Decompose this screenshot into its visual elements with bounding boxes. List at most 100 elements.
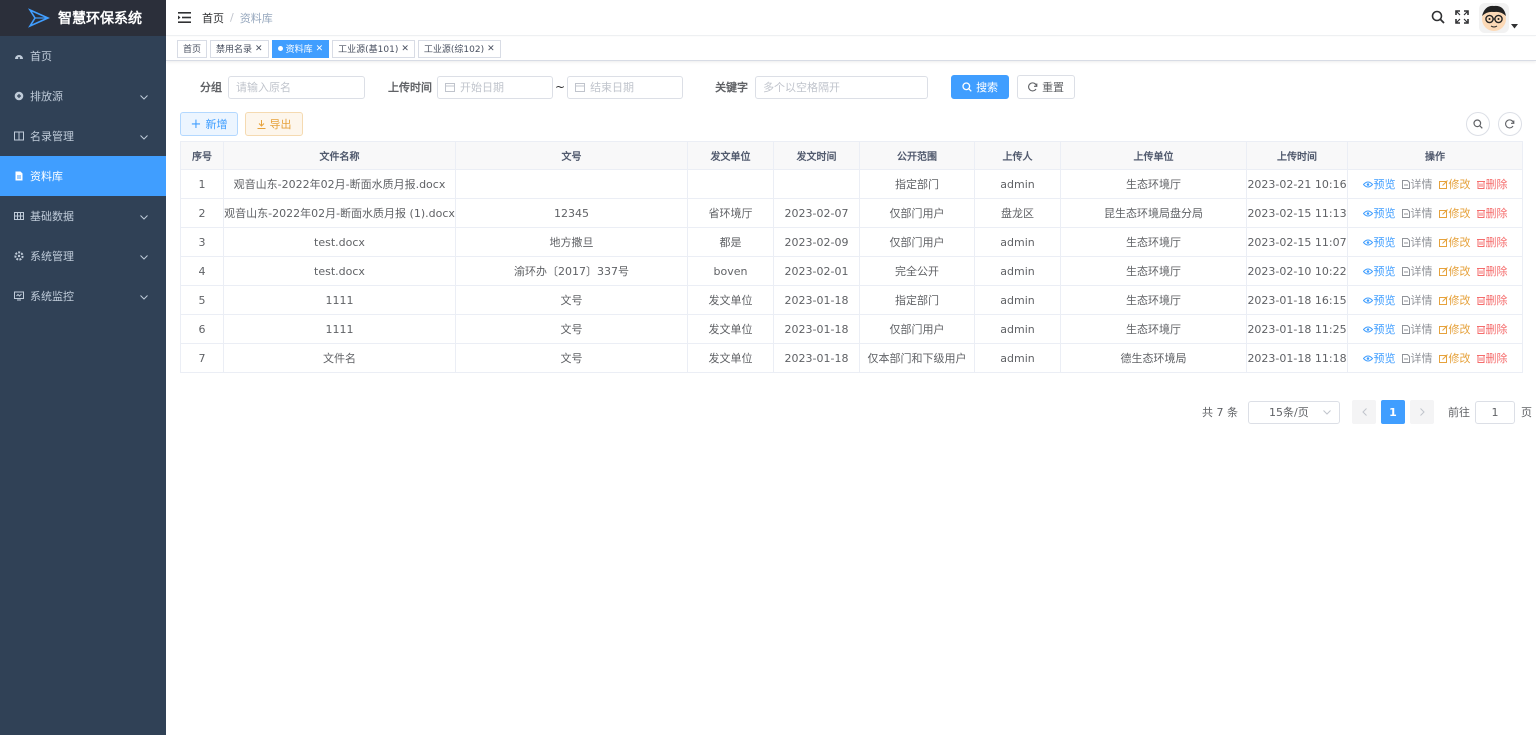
export-button[interactable]: 导出 <box>245 112 303 136</box>
table-cell: admin <box>974 169 1061 199</box>
close-icon[interactable]: ✕ <box>401 44 409 54</box>
sidebar-item-0[interactable]: 首页 <box>0 36 166 76</box>
table-cell: 盘龙区 <box>974 198 1061 228</box>
detail-button[interactable]: 详情 <box>1401 205 1433 221</box>
page-size-select[interactable]: 15条/页 <box>1248 400 1340 424</box>
preview-button[interactable]: 预览 <box>1362 205 1396 221</box>
table-cell: 生态环境厅 <box>1060 169 1247 199</box>
edit-button[interactable]: 修改 <box>1438 234 1471 250</box>
table-cell: 2023-02-10 10:22 <box>1246 256 1348 286</box>
table-cell: 2023-02-07 <box>773 198 860 228</box>
app-title: 智慧环保系统 <box>58 11 142 27</box>
detail-button[interactable]: 详情 <box>1401 263 1433 279</box>
preview-button[interactable]: 预览 <box>1362 263 1396 279</box>
table-cell: 1111 <box>223 285 456 315</box>
table-cell: 生态环境厅 <box>1060 256 1247 286</box>
add-button[interactable]: + 新增 <box>180 112 238 136</box>
document-icon <box>1401 208 1410 218</box>
preview-button[interactable]: 预览 <box>1362 350 1396 366</box>
detail-label: 详情 <box>1410 207 1433 220</box>
delete-label: 删除 <box>1485 236 1508 249</box>
preview-button[interactable]: 预览 <box>1362 234 1396 250</box>
reset-button[interactable]: 重置 <box>1017 75 1076 99</box>
detail-label: 详情 <box>1410 265 1433 278</box>
logo[interactable]: 智慧环保系统 <box>0 0 166 36</box>
tag-0[interactable]: 首页 <box>177 39 208 58</box>
delete-button[interactable]: 删除 <box>1476 292 1508 308</box>
close-icon[interactable]: ✕ <box>255 44 263 54</box>
goto-page-input[interactable]: 1 <box>1475 400 1515 424</box>
search-icon[interactable] <box>1431 10 1445 27</box>
caret-down-icon[interactable] <box>1511 18 1518 32</box>
delete-button[interactable]: 删除 <box>1476 234 1508 250</box>
preview-button[interactable]: 预览 <box>1362 176 1396 192</box>
tag-2[interactable]: 资料库 ✕ <box>271 39 330 58</box>
table-cell: 文号 <box>455 314 688 344</box>
sidebar-item-6[interactable]: 系统监控 <box>0 276 166 316</box>
delete-label: 删除 <box>1485 178 1508 191</box>
sidebar-item-1[interactable]: 排放源 <box>0 76 166 116</box>
delete-button[interactable]: 删除 <box>1476 176 1508 192</box>
next-page-button[interactable] <box>1410 400 1434 424</box>
chevron-down-icon <box>140 210 150 220</box>
chevron-down-icon <box>140 250 150 260</box>
table-cell: 文号 <box>455 285 688 315</box>
trash-icon <box>1476 354 1485 363</box>
table-cell: 12345 <box>455 198 688 228</box>
sidebar-menu: 首页 排放源 名录管理 资料库 基础数据 系统管理 系统监控 <box>0 36 166 316</box>
tag-1[interactable]: 禁用名录 ✕ <box>210 39 269 58</box>
tag-4[interactable]: 工业源(综102) ✕ <box>417 39 501 58</box>
edit-button[interactable]: 修改 <box>1438 292 1471 308</box>
edit-button[interactable]: 修改 <box>1438 321 1471 337</box>
preview-label: 预览 <box>1373 236 1396 249</box>
delete-button[interactable]: 删除 <box>1476 205 1508 221</box>
page-suffix: 页 <box>1521 406 1532 419</box>
detail-button[interactable]: 详情 <box>1401 176 1433 192</box>
prev-page-button[interactable] <box>1352 400 1376 424</box>
group-input[interactable]: 请输入原名 <box>228 75 365 99</box>
row-actions: 预览 详情 修改 删除 <box>1347 169 1523 199</box>
table-cell: 2023-01-18 <box>773 314 860 344</box>
sidebar-item-5[interactable]: 系统管理 <box>0 236 166 276</box>
detail-button[interactable]: 详情 <box>1401 292 1433 308</box>
tag-3[interactable]: 工业源(基101) ✕ <box>332 39 415 58</box>
table-cell: admin <box>974 285 1061 315</box>
breadcrumb-home[interactable]: 首页 <box>202 10 224 26</box>
edit-button[interactable]: 修改 <box>1438 350 1471 366</box>
refresh-button[interactable] <box>1498 112 1522 136</box>
sidebar-item-2[interactable]: 名录管理 <box>0 116 166 156</box>
fullscreen-icon[interactable] <box>1455 9 1469 27</box>
table-cell: 2023-02-15 11:13 <box>1246 198 1348 228</box>
delete-button[interactable]: 删除 <box>1476 350 1508 366</box>
preview-button[interactable]: 预览 <box>1362 292 1396 308</box>
table-cell: 省环境厅 <box>687 198 774 228</box>
delete-button[interactable]: 删除 <box>1476 321 1508 337</box>
detail-button[interactable]: 详情 <box>1401 350 1433 366</box>
toggle-search-button[interactable] <box>1466 112 1490 136</box>
avatar[interactable] <box>1479 3 1509 33</box>
delete-button[interactable]: 删除 <box>1476 263 1508 279</box>
page-number-1[interactable]: 1 <box>1381 400 1405 424</box>
preview-button[interactable]: 预览 <box>1362 321 1396 337</box>
sidebar-item-4[interactable]: 基础数据 <box>0 196 166 236</box>
close-icon[interactable]: ✕ <box>487 44 495 54</box>
preview-label: 预览 <box>1373 323 1396 336</box>
edit-button[interactable]: 修改 <box>1438 176 1471 192</box>
sidebar-item-3[interactable]: 资料库 <box>0 156 166 196</box>
end-date-input[interactable]: 结束日期 <box>567 75 684 99</box>
edit-button[interactable]: 修改 <box>1438 263 1471 279</box>
start-date-input[interactable]: 开始日期 <box>437 75 553 99</box>
edit-button[interactable]: 修改 <box>1438 205 1471 221</box>
search-button[interactable]: 搜索 <box>951 75 1010 99</box>
detail-button[interactable]: 详情 <box>1401 321 1433 337</box>
table-cell: 生态环境厅 <box>1060 285 1247 315</box>
detail-label: 详情 <box>1410 294 1433 307</box>
column-header: 文号 <box>455 141 688 170</box>
hamburger-button[interactable] <box>166 0 202 36</box>
close-icon[interactable]: ✕ <box>316 44 324 54</box>
keyword-input[interactable]: 多个以空格隔开 <box>755 75 929 99</box>
keyword-placeholder: 多个以空格隔开 <box>763 81 841 94</box>
refresh-icon <box>1028 82 1038 92</box>
eye-icon <box>1362 239 1373 246</box>
detail-button[interactable]: 详情 <box>1401 234 1433 250</box>
